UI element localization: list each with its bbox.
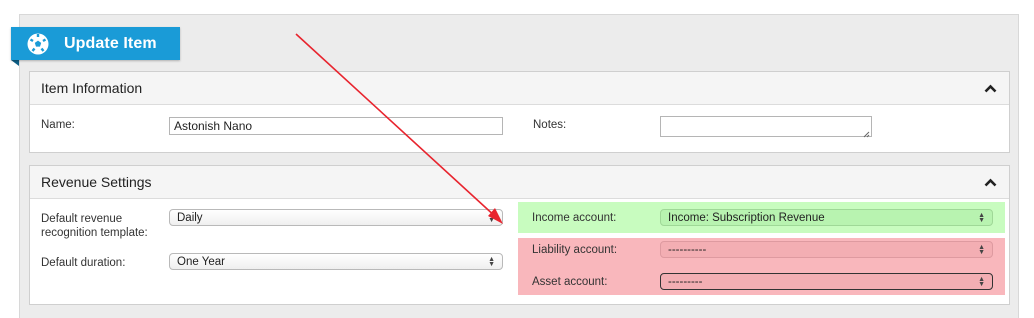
select-updown-icon: ▲ ▼	[488, 211, 495, 224]
asset-account-select[interactable]: --------- ▲ ▼	[660, 273, 993, 290]
duration-label: Default duration:	[41, 257, 126, 269]
duration-value: One Year	[177, 255, 225, 268]
income-account-label: Income account:	[532, 212, 617, 224]
income-account-select[interactable]: Income: Subscription Revenue ▲ ▼	[660, 209, 993, 226]
liability-account-select[interactable]: ---------- ▲ ▼	[660, 241, 993, 258]
select-updown-icon: ▲ ▼	[978, 211, 985, 224]
item-information-panel: Item Information	[29, 71, 1010, 153]
item-information-title: Item Information	[41, 80, 143, 96]
liability-account-label: Liability account:	[532, 244, 618, 256]
duration-select[interactable]: One Year ▲ ▼	[169, 253, 503, 270]
revenue-settings-title: Revenue Settings	[41, 174, 152, 190]
liability-account-value: ----------	[668, 243, 707, 256]
asset-account-value: ---------	[668, 275, 703, 288]
update-item-header: Update Item	[11, 27, 180, 60]
name-field[interactable]: Astonish Nano	[169, 117, 503, 135]
page-title: Update Item	[64, 34, 157, 52]
select-updown-icon: ▲ ▼	[488, 255, 495, 268]
name-label: Name:	[41, 119, 75, 131]
revenue-template-value: Daily	[177, 211, 203, 224]
chevron-up-icon[interactable]	[982, 174, 998, 190]
ribbon-fold	[11, 60, 19, 66]
resize-handle-icon[interactable]	[862, 127, 870, 138]
template-label-line2: recognition template:	[41, 227, 148, 239]
soccer-ball-icon	[25, 31, 51, 57]
income-account-value: Income: Subscription Revenue	[668, 211, 825, 224]
revenue-settings-header[interactable]: Revenue Settings	[30, 166, 1009, 199]
asset-account-label: Asset account:	[532, 276, 608, 288]
item-information-header[interactable]: Item Information	[30, 72, 1009, 105]
notes-label: Notes:	[533, 119, 567, 131]
select-updown-icon: ▲ ▼	[978, 243, 985, 256]
notes-textarea[interactable]	[660, 116, 872, 138]
chevron-up-icon[interactable]	[982, 80, 998, 96]
revenue-template-select[interactable]: Daily ▲ ▼	[169, 209, 503, 226]
select-updown-icon: ▲ ▼	[978, 275, 985, 288]
template-label-line1: Default revenue	[41, 213, 123, 225]
